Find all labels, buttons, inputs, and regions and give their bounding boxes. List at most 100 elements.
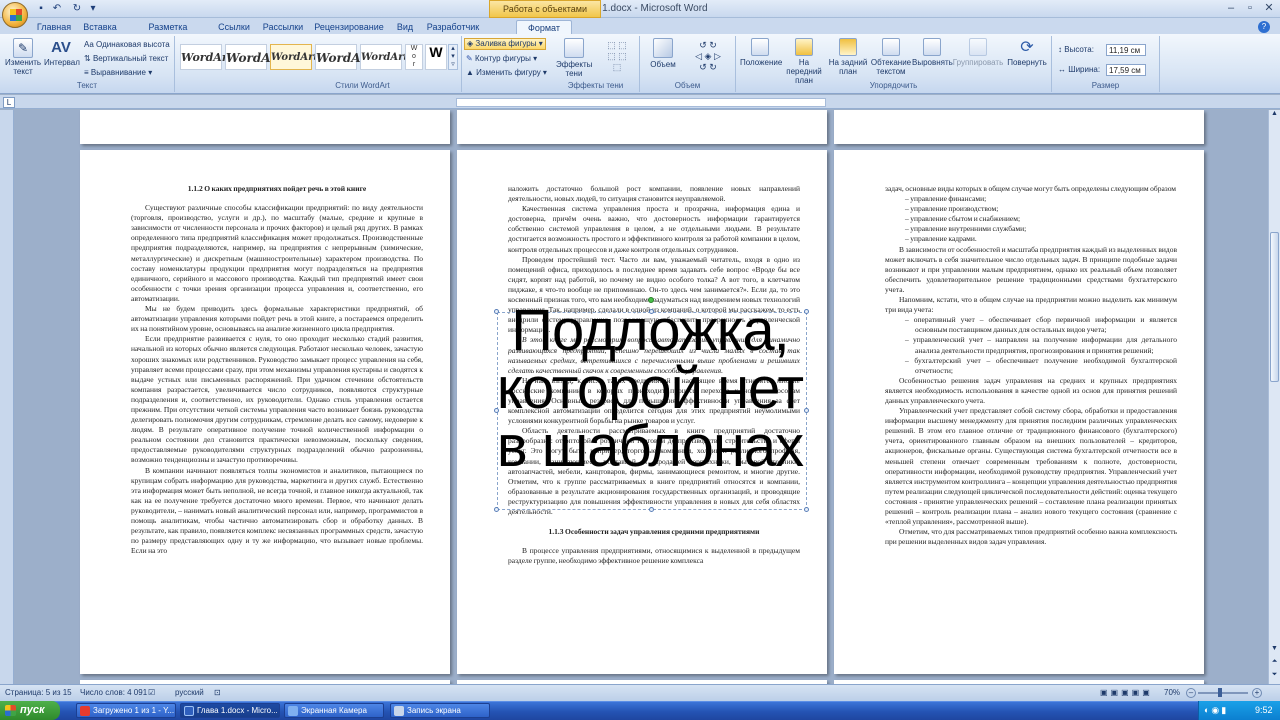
shadow-nudge-icon[interactable]: ⬚ ⬚ ⬚ ⬚ ⬚ [598, 40, 636, 76]
paragraph: Качественная система управления проста и… [508, 204, 800, 254]
spacing-button[interactable]: AV Интервал [44, 38, 80, 67]
start-button[interactable]: пуск [0, 701, 60, 720]
taskbar-item-recorder[interactable]: Запись экрана [390, 703, 490, 718]
paragraph: Особенностью решения задач управления на… [885, 375, 1177, 405]
wordart-style-2[interactable]: WordArt [225, 44, 282, 70]
resize-handle[interactable] [804, 507, 809, 512]
shape-outline-label: Контур фигуры [474, 54, 531, 63]
scroll-up-icon[interactable]: ▲ [1269, 110, 1280, 120]
resize-handle[interactable] [494, 507, 499, 512]
group-button[interactable]: Группировать [952, 38, 1004, 67]
help-icon[interactable]: ? [1258, 21, 1270, 33]
shape-fill-button[interactable]: ◈ Заливка фигуры ▾ [464, 38, 546, 50]
prev-page-icon[interactable]: ⏶ [1269, 658, 1280, 668]
status-page[interactable]: Страница: 5 из 15 [5, 688, 72, 697]
page-prev-2 [457, 110, 827, 144]
text-wrap-button[interactable]: Обтекание текстом [870, 38, 912, 76]
vertical-ruler [0, 110, 14, 684]
shadow-effects-button[interactable]: Эффекты тени [556, 38, 592, 78]
text-wrap-label: Обтекание текстом [870, 58, 912, 76]
group-icon [969, 38, 987, 56]
status-words[interactable]: Число слов: 4 091 [80, 688, 147, 697]
group-label: Группировать [952, 58, 1004, 67]
zoom-level[interactable]: 70% [1164, 688, 1180, 697]
3d-effects-button[interactable]: Объем [646, 38, 680, 69]
tab-view[interactable]: Вид [392, 20, 418, 35]
paragraph: Мы не будем приводить здесь формальные х… [131, 304, 423, 334]
list-item: – управленческий учет – направлен на пол… [905, 335, 1177, 355]
taskbar-item-label: Запись экрана [407, 706, 461, 715]
wordart-style-vertical[interactable]: Wor [405, 44, 423, 70]
tab-mailings[interactable]: Рассылки [260, 20, 306, 35]
rotate-label: Повернуть [1007, 58, 1047, 67]
align-text-button[interactable]: ≡ Выравнивание ▾ [84, 68, 152, 77]
same-height-label: Одинаковая высота [96, 40, 170, 49]
tab-developer[interactable]: Разработчик [424, 20, 482, 35]
paragraph: Если предприятие развивается с нуля, то … [131, 334, 423, 465]
status-language[interactable]: русский [175, 688, 204, 697]
rotate-button[interactable]: ⟳ Повернуть [1006, 38, 1048, 67]
zoom-out-icon[interactable]: – [1186, 688, 1196, 698]
next-page-icon[interactable]: ⏷ [1269, 671, 1280, 681]
scroll-down-icon[interactable]: ▼ [1269, 645, 1280, 655]
spellcheck-icon[interactable]: ☑ [148, 688, 155, 697]
taskbar-item-browser[interactable]: Загружено 1 из 1 - Y... [76, 703, 176, 718]
zoom-thumb[interactable] [1218, 688, 1222, 697]
position-button[interactable]: Положение [740, 38, 782, 67]
gallery-scroll-icon[interactable]: ▴ ▾ ▿ [448, 44, 458, 70]
section-heading: 1.1.3 Особенности задач управления средн… [548, 527, 760, 537]
vertical-scrollbar[interactable] [1268, 110, 1280, 684]
vertical-text-button[interactable]: ⇅ Вертикальный текст [84, 54, 168, 63]
align-button[interactable]: Выровнять [912, 38, 953, 67]
window-title: Глава 1.docx - Microsoft Word [572, 3, 708, 14]
scroll-thumb[interactable] [1270, 232, 1279, 382]
height-label-text: Высота: [1064, 45, 1094, 54]
tab-home[interactable]: Главная [34, 20, 74, 35]
tab-references[interactable]: Ссылки [214, 20, 254, 35]
zoom-in-icon[interactable]: + [1252, 688, 1262, 698]
shape-outline-button[interactable]: ✎ Контур фигуры ▾ [466, 54, 537, 63]
width-input[interactable]: 17,59 см [1106, 64, 1146, 76]
edit-text-button[interactable]: ✎ Изменить текст [4, 38, 42, 76]
bring-front-button[interactable]: На передний план [782, 38, 826, 85]
paragraph: В компании начинают появляться толпы эко… [131, 465, 423, 556]
shape-outline-icon: ✎ [466, 54, 475, 63]
paragraph: В зависимости от особенностей и масштаба… [885, 244, 1177, 294]
page-1-text[interactable]: 1.1.2 О каких предприятиях пойдет речь в… [131, 174, 423, 626]
maximize-icon[interactable]: ▫ [1241, 2, 1259, 15]
wordart-style-w[interactable]: W [425, 44, 447, 70]
view-mode-icons[interactable]: ▣▣▣▣▣ [1100, 688, 1153, 697]
3d-tilt-icon[interactable]: ↺ ↻ ◁ ◈ ▷ ↺ ↻ [684, 40, 732, 74]
paragraph: В процессе управления предприятиями, отн… [508, 546, 800, 566]
close-icon[interactable]: ✕ [1260, 2, 1278, 15]
minimize-icon[interactable]: – [1222, 2, 1240, 15]
send-back-button[interactable]: На задний план [828, 38, 868, 76]
macro-record-icon[interactable]: ⊡ [214, 688, 221, 697]
wordart-style-5[interactable]: WordArt [360, 44, 408, 70]
wordart-style-3[interactable]: WordArt [270, 44, 318, 70]
taskbar-item-camera[interactable]: Экранная Камера [284, 703, 384, 718]
edit-text-icon: ✎ [13, 38, 33, 58]
tab-review[interactable]: Рецензирование [314, 20, 384, 35]
tab-insert[interactable]: Вставка [80, 20, 120, 35]
page-3-text[interactable]: задач, основные виды которых в общем слу… [885, 184, 1177, 624]
wordart-overlay-text[interactable]: Подложка, которой нет в шаблонах [493, 302, 807, 476]
taskbar-item-word[interactable]: Глава 1.docx - Micro... [180, 703, 280, 718]
tray-icons[interactable]: ◐◉▮ [1204, 705, 1228, 716]
same-height-button[interactable]: Aa Одинаковая высота [84, 40, 170, 49]
change-shape-button[interactable]: ▲ Изменить фигуру ▾ [466, 68, 547, 77]
vertical-text-icon: ⇅ [84, 54, 93, 63]
tab-format[interactable]: Формат [516, 20, 572, 35]
ruler-text-area[interactable] [456, 98, 826, 107]
resize-handle[interactable] [649, 507, 654, 512]
zoom-slider[interactable] [1198, 692, 1248, 694]
height-input[interactable]: 11,19 см [1106, 44, 1146, 56]
office-button[interactable] [2, 2, 28, 28]
tab-page-layout[interactable]: Разметка страницы [128, 20, 208, 47]
wordart-style-1[interactable]: WordArt [180, 44, 233, 70]
taskbar-item-label: Глава 1.docx - Micro... [197, 706, 278, 715]
list-item: – бухгалтерский учет – обеспечивает полу… [905, 355, 1177, 375]
tab-selector-icon[interactable]: L [3, 97, 15, 108]
wordart-style-4[interactable]: WordArt [315, 44, 372, 70]
wordart-line: Подложка, [511, 298, 789, 363]
